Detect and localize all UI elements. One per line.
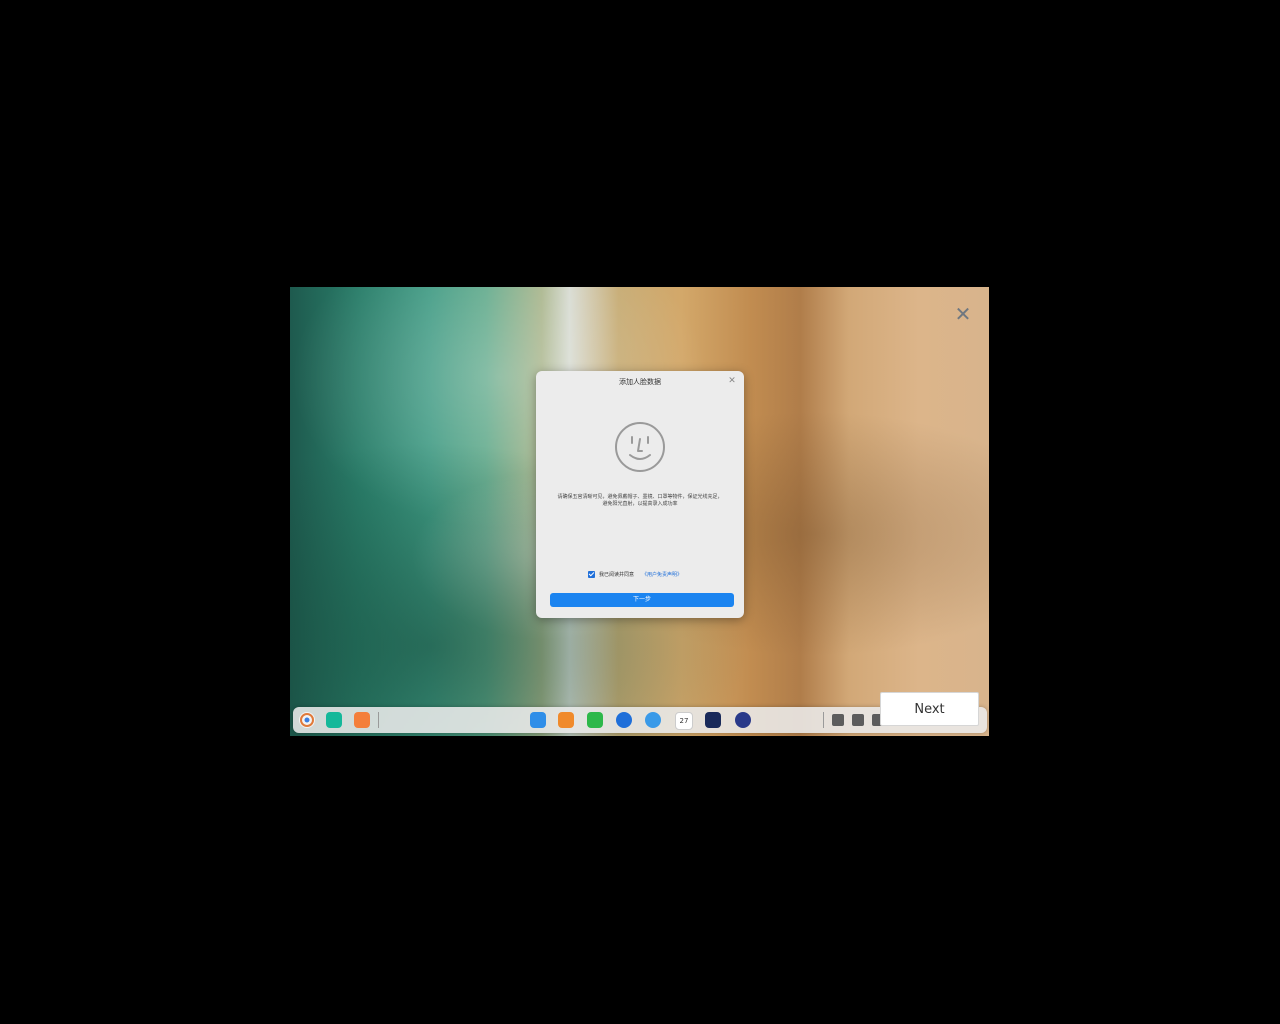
face-icon bbox=[615, 422, 665, 472]
browser-icon[interactable] bbox=[645, 712, 661, 728]
multitask-view-icon[interactable] bbox=[326, 712, 342, 728]
agree-checkbox[interactable] bbox=[588, 570, 595, 578]
next-step-button[interactable]: 下一步 bbox=[550, 593, 734, 607]
taskbar-separator bbox=[378, 712, 379, 728]
face-tip-text: 请确保五官清晰可见，避免佩戴帽子、墨镜、口罩等物件，保证光线充足， 避免阳光直射… bbox=[548, 494, 732, 508]
add-face-dialog: 添加人脸数据 ✕ 请确保五官清晰可见，避免佩戴帽子、墨镜、口罩等物件，保证光线充… bbox=[536, 371, 744, 618]
next-button[interactable]: Next bbox=[880, 692, 979, 726]
control-center-icon[interactable] bbox=[735, 712, 751, 728]
dialog-close-icon[interactable]: ✕ bbox=[727, 376, 737, 386]
terminal-icon[interactable] bbox=[705, 712, 721, 728]
security-center-icon[interactable] bbox=[616, 712, 632, 728]
volume-icon[interactable] bbox=[832, 714, 844, 726]
calendar-day: 27 bbox=[679, 717, 689, 725]
tray-separator bbox=[823, 712, 824, 728]
disclaimer-link[interactable]: 《用户免责声明》 bbox=[642, 571, 682, 578]
dialog-title: 添加人脸数据 bbox=[619, 378, 661, 386]
keyboard-icon[interactable] bbox=[852, 714, 864, 726]
launcher-icon[interactable] bbox=[299, 712, 315, 728]
music-icon[interactable] bbox=[587, 712, 603, 728]
overlay-close-icon[interactable]: ✕ bbox=[954, 304, 972, 324]
tip-line-2: 避免阳光直射，以提高录入成功率 bbox=[602, 501, 678, 507]
app-store-icon[interactable] bbox=[530, 712, 546, 728]
calendar-icon[interactable]: 27 bbox=[675, 712, 693, 730]
agree-label: 我已阅读并同意 bbox=[599, 571, 635, 578]
workspace-icon[interactable] bbox=[354, 712, 370, 728]
file-manager-icon[interactable] bbox=[558, 712, 574, 728]
tip-line-1: 请确保五官清晰可见，避免佩戴帽子、墨镜、口罩等物件，保证光线充足， bbox=[557, 494, 723, 500]
agreement-row: 我已阅读并同意 《用户免责声明》 bbox=[588, 569, 708, 579]
